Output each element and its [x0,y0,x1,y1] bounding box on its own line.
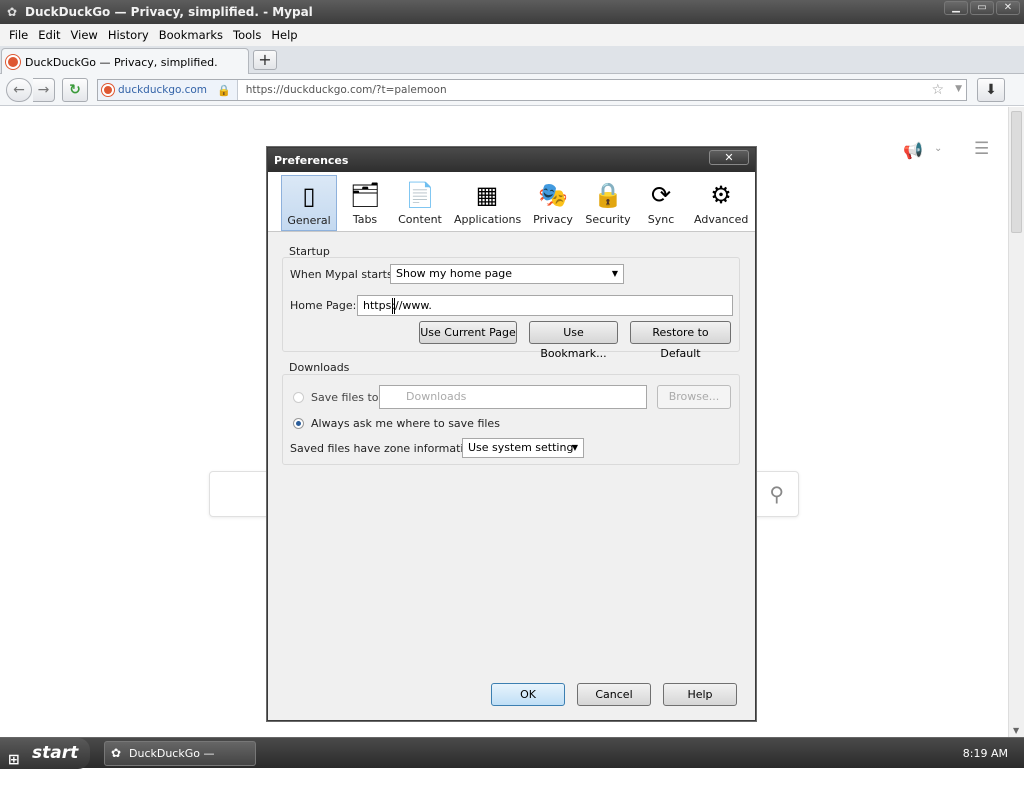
site-favicon-icon [102,84,114,96]
windows-flag-icon: ⊞ [8,752,20,768]
url-dropdown-icon[interactable]: ▼ [955,84,962,94]
help-button[interactable]: Help [663,683,737,706]
home-page-label: Home Page: [290,299,357,312]
ok-button[interactable]: OK [491,683,565,706]
navigation-bar: ← → ↻ duckduckgo.com 🔒 https://duckduckg… [0,74,1024,106]
always-ask-label: Always ask me where to save files [311,417,500,430]
scroll-down-icon[interactable]: ▼ [1013,726,1019,735]
dialog-titlebar: Preferences ✕ [268,148,755,172]
restore-default-button[interactable]: Restore to Default [630,321,731,360]
forward-button[interactable]: → [33,78,55,102]
lock-icon: 🔒 [217,83,231,97]
browse-button[interactable]: Browse... [657,385,731,409]
duckduckgo-favicon-icon [6,55,20,69]
dropdown-arrow-icon: ▼ [571,443,578,452]
url-text[interactable]: https://duckduckgo.com/?t=palemoon [246,84,447,96]
tab-duckduckgo[interactable]: DuckDuckGo — Privacy, simplified. [1,48,249,75]
start-button[interactable]: ⊞ start [0,738,90,769]
menu-tools[interactable]: Tools [233,28,261,42]
preference-panes: ▯ General 🗂 Tabs 📄 Content ▦ Application… [268,172,755,232]
mypal-app-icon: ✿ [6,5,18,19]
dropdown-arrow-icon: ▼ [611,269,618,278]
general-switch-icon: ▯ [302,182,316,210]
menu-bookmarks[interactable]: Bookmarks [159,28,223,42]
menu-bar: File Edit View History Bookmarks Tools H… [0,24,1024,46]
pane-sync[interactable]: ⟳ Sync [641,175,681,231]
dialog-close-button[interactable]: ✕ [709,150,749,165]
back-button[interactable]: ← [6,78,32,102]
menu-file[interactable]: File [9,28,28,42]
close-window-button[interactable]: ✕ [996,1,1020,15]
pane-content[interactable]: 📄 Content [394,175,446,231]
page-scrollbar[interactable]: ▼ [1008,107,1024,737]
back-arrow-icon: ← [13,82,25,98]
use-current-page-button[interactable]: Use Current Page [419,321,517,344]
home-page-input[interactable]: https://www. [357,295,733,316]
window-title: DuckDuckGo — Privacy, simplified. - Mypa… [25,5,313,19]
save-files-radio[interactable] [293,392,304,403]
download-arrow-icon: ⬇ [985,82,997,98]
tab-label: DuckDuckGo — Privacy, simplified. [25,55,218,69]
reload-button[interactable]: ↻ [62,78,88,102]
cancel-button[interactable]: Cancel [577,683,651,706]
sync-icon: ⟳ [650,181,672,209]
pane-applications[interactable]: ▦ Applications [454,175,521,231]
content-icon: 📄 [405,181,435,209]
startup-caption: Startup [289,245,330,258]
taskbar-item-mypal[interactable]: ✿ DuckDuckGo — Privac... [104,741,256,783]
zone-info-label: Saved files have zone information: [290,442,481,455]
downloads-caption: Downloads [289,361,350,374]
pane-privacy[interactable]: 🎭 Privacy [527,175,579,231]
chevron-down-icon[interactable]: ⌄ [934,143,942,154]
reload-icon: ↻ [69,82,81,98]
bookmark-star-icon[interactable]: ☆ [931,82,944,98]
download-folder-field: Downloads [379,385,647,409]
applications-icon: ▦ [475,181,499,209]
megaphone-icon[interactable]: 📢 [903,141,923,160]
url-bar[interactable]: duckduckgo.com 🔒 https://duckduckgo.com/… [97,79,967,101]
forward-arrow-icon: → [37,82,50,98]
menu-history[interactable]: History [108,28,149,42]
menu-edit[interactable]: Edit [38,28,60,42]
tab-strip: DuckDuckGo — Privacy, simplified. + [0,46,1024,75]
advanced-gear-icon: ⚙ [710,181,732,209]
scrollbar-thumb[interactable] [1011,111,1022,233]
pane-general[interactable]: ▯ General [281,175,337,231]
new-tab-button[interactable]: + [253,50,277,70]
when-starts-label: When Mypal starts: [290,268,397,281]
preferences-dialog: Preferences ✕ ▯ General 🗂 Tabs 📄 Content… [267,147,756,721]
always-ask-radio[interactable] [293,418,304,429]
privacy-mask-icon: 🎭 [538,181,568,209]
taskbar: ⊞ start ✿ DuckDuckGo — Privac... 8:19 AM [0,737,1024,783]
startup-select[interactable]: Show my home page ▼ [390,264,624,284]
save-files-label: Save files to [311,391,379,404]
dialog-title: Preferences [274,154,349,167]
search-icon[interactable]: ⚲ [769,482,784,506]
minimize-button[interactable]: ▁ [944,1,968,15]
use-bookmark-button[interactable]: Use Bookmark... [529,321,618,360]
security-lock-icon: 🔒 [593,181,623,209]
site-identity-button[interactable]: duckduckgo.com 🔒 [98,80,238,100]
mypal-taskbar-icon: ✿ [111,746,122,760]
site-identity-label: duckduckgo.com [118,84,208,96]
downloads-button[interactable]: ⬇ [977,78,1005,102]
tabs-icon: 🗂 [349,181,381,209]
menu-help[interactable]: Help [271,28,297,42]
menu-view[interactable]: View [71,28,98,42]
pane-security[interactable]: 🔒 Security [584,175,632,231]
zone-info-select[interactable]: Use system setting ▼ [462,438,584,458]
window-titlebar: ✿ DuckDuckGo — Privacy, simplified. - My… [0,0,1024,24]
pane-tabs[interactable]: 🗂 Tabs [342,175,388,231]
system-clock: 8:19 AM [962,747,1008,760]
maximize-button[interactable]: ▭ [970,1,994,15]
hamburger-menu-icon[interactable]: ☰ [974,139,989,159]
pane-advanced[interactable]: ⚙ Advanced [694,175,748,231]
